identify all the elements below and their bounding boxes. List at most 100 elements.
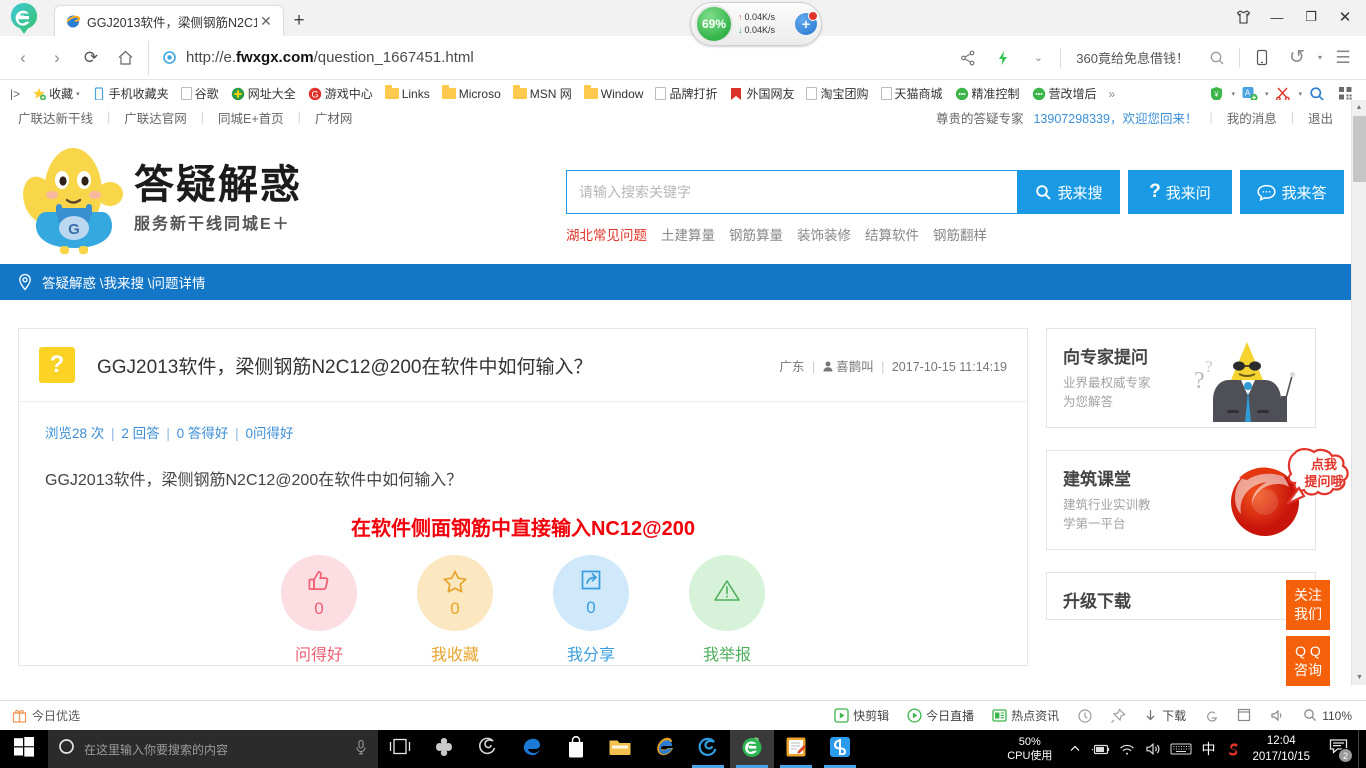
hot-tag-hubei[interactable]: 湖北常见问题: [566, 224, 647, 244]
skin-button[interactable]: [1226, 3, 1260, 31]
hot-tag-rebar[interactable]: 钢筋算量: [729, 224, 783, 244]
action-favorite[interactable]: 0 我收藏: [415, 555, 495, 665]
ask-button[interactable]: ? 我来问: [1128, 170, 1232, 214]
tab-close-icon[interactable]: ✕: [257, 12, 275, 30]
sidebar-card-upgrade-download[interactable]: 升级下载: [1046, 572, 1316, 620]
answer-button[interactable]: 我来答: [1240, 170, 1344, 214]
taskbar-app-edge[interactable]: [510, 730, 554, 768]
speed-add-button[interactable]: +: [795, 11, 818, 35]
util-link-xinganxian[interactable]: 广联达新干线: [18, 108, 107, 127]
share-icon[interactable]: [951, 41, 985, 75]
volume-icon[interactable]: [1140, 730, 1166, 768]
util-link-official[interactable]: 广联达官网: [110, 108, 201, 127]
action-report[interactable]: 我举报: [687, 555, 767, 665]
taskbar-app-360-secure-browser[interactable]: [730, 730, 774, 768]
action-center-button[interactable]: 2: [1318, 730, 1358, 768]
promo-text[interactable]: 360竟给免息借钱！: [1066, 48, 1199, 67]
mobile-icon[interactable]: [1245, 41, 1279, 75]
status-item-live[interactable]: 今日直播: [899, 704, 982, 728]
menu-icon[interactable]: ☰: [1326, 41, 1360, 75]
chevron-down-icon[interactable]: ▾: [76, 90, 80, 98]
taskbar-app-360-browser[interactable]: [686, 730, 730, 768]
keyboard-icon[interactable]: [1166, 730, 1196, 768]
chevron-down-icon[interactable]: ▾: [1265, 90, 1269, 98]
lightning-icon[interactable]: [986, 41, 1020, 75]
taskbar-app-notepad-edit[interactable]: [774, 730, 818, 768]
show-desktop-button[interactable]: [1358, 730, 1366, 768]
search-button[interactable]: 我来搜: [1018, 170, 1120, 214]
task-view-button[interactable]: [378, 730, 422, 768]
start-button[interactable]: [0, 730, 48, 768]
search-icon[interactable]: [1200, 41, 1234, 75]
chevron-up-icon[interactable]: [1062, 730, 1088, 768]
taskbar-app-internet-explorer[interactable]: [642, 730, 686, 768]
status-item-pin[interactable]: [1102, 704, 1133, 728]
taskbar-app-blue-app[interactable]: [818, 730, 862, 768]
site-info-icon[interactable]: [161, 49, 179, 67]
status-item-weather[interactable]: [1069, 704, 1100, 728]
util-link-guangcai[interactable]: 广材网: [301, 108, 367, 127]
network-speed-monitor[interactable]: 69% ↑ 0.04K/s ↓ 0.04K/s +: [690, 2, 822, 46]
status-item-kuaijianji[interactable]: 快剪辑: [826, 704, 897, 728]
ask-me-bubble[interactable]: 点我 提问哦: [1285, 448, 1363, 505]
sidebar-card-classroom[interactable]: 建筑课堂 建筑行业实训教 学第一平台: [1046, 450, 1316, 550]
maximize-button[interactable]: ❐: [1294, 3, 1328, 31]
question-author[interactable]: 喜鹊叫: [836, 360, 874, 374]
sidebar-card-ask-expert[interactable]: 向专家提问 业界最权威专家 为您解答 ? ?: [1046, 328, 1316, 428]
status-item-download[interactable]: 下载: [1135, 704, 1194, 728]
wifi-icon[interactable]: [1114, 730, 1140, 768]
reload-icon[interactable]: ⟳: [74, 41, 108, 75]
site-brand[interactable]: G 答疑解惑 服务新干线同城E＋: [18, 142, 302, 254]
chevron-down-icon[interactable]: ▾: [1231, 90, 1235, 98]
follow-us-tab[interactable]: 关注 我们: [1286, 580, 1330, 630]
status-item-window[interactable]: [1229, 704, 1260, 728]
forward-icon[interactable]: ›: [40, 41, 74, 75]
util-link-eplus-home[interactable]: 同城E+首页: [204, 108, 298, 127]
cpu-usage-indicator[interactable]: 50% CPU使用: [997, 735, 1062, 763]
hot-tag-decoration[interactable]: 装饰装修: [797, 224, 851, 244]
status-item-news[interactable]: 热点资讯: [984, 704, 1067, 728]
blue-app-icon: [829, 736, 851, 763]
qq-consult-tab[interactable]: Q Q 咨询: [1286, 636, 1330, 686]
taskbar-clock[interactable]: 12:04 2017/10/15: [1246, 733, 1318, 765]
scroll-down-arrow-icon[interactable]: ▼: [1352, 670, 1366, 685]
microphone-icon[interactable]: [354, 739, 368, 760]
action-share[interactable]: 0 我分享: [551, 555, 631, 665]
hot-tag-rebar-detail[interactable]: 钢筋翻样: [933, 224, 987, 244]
taskbar-app-360-spiral[interactable]: [466, 730, 510, 768]
taskbar-app-sogou-pinwheel[interactable]: [422, 730, 466, 768]
taskbar-app-file-explorer[interactable]: [598, 730, 642, 768]
address-bar[interactable]: http://e.fwxgx.com/question_1667451.html: [148, 40, 951, 75]
card-subtitle: 建筑行业实训教 学第一平台: [1063, 498, 1151, 531]
status-item-volume[interactable]: [1262, 704, 1293, 728]
hot-tag-civil[interactable]: 土建算量: [661, 224, 715, 244]
status-item-zoom[interactable]: 110%: [1295, 704, 1360, 728]
home-icon[interactable]: [108, 41, 142, 75]
history-caret-icon[interactable]: ▾: [1315, 41, 1325, 75]
back-icon[interactable]: ‹: [6, 41, 40, 75]
g-red-icon: G: [308, 87, 322, 101]
account-name[interactable]: 13907298339，欢迎您回来！: [1033, 108, 1197, 127]
action-good-question[interactable]: 0 问得好: [279, 555, 359, 665]
logout-link[interactable]: 退出: [1294, 108, 1333, 127]
new-tab-button[interactable]: +: [284, 6, 314, 36]
battery-icon[interactable]: [1088, 730, 1114, 768]
my-messages-link[interactable]: 我的消息: [1213, 108, 1291, 127]
scroll-up-arrow-icon[interactable]: ▲: [1352, 100, 1366, 115]
sogou-s-icon[interactable]: [1220, 730, 1246, 768]
hot-tag-settlement[interactable]: 结算软件: [865, 224, 919, 244]
taskbar-search-box[interactable]: 在这里输入你要搜索的内容: [48, 730, 378, 768]
minimize-button[interactable]: —: [1260, 3, 1294, 31]
browser-tab[interactable]: GGJ2013软件，梁侧钢筋N2C12 ✕: [54, 5, 284, 36]
search-input[interactable]: [566, 170, 1018, 214]
ime-cn-icon[interactable]: 中: [1196, 730, 1220, 768]
page-vertical-scrollbar[interactable]: ▲ ▼: [1351, 100, 1366, 685]
close-window-button[interactable]: ✕: [1328, 3, 1362, 31]
vertical-scroll-thumb[interactable]: [1353, 116, 1366, 182]
taskbar-app-microsoft-store[interactable]: [554, 730, 598, 768]
status-item-cloud[interactable]: [1196, 704, 1227, 728]
chevron-down-icon[interactable]: ▾: [1298, 90, 1302, 98]
today-deals-label[interactable]: 今日优选: [32, 707, 80, 724]
history-icon[interactable]: ↺: [1280, 41, 1314, 75]
chevron-down-icon[interactable]: ⌄: [1021, 41, 1055, 75]
